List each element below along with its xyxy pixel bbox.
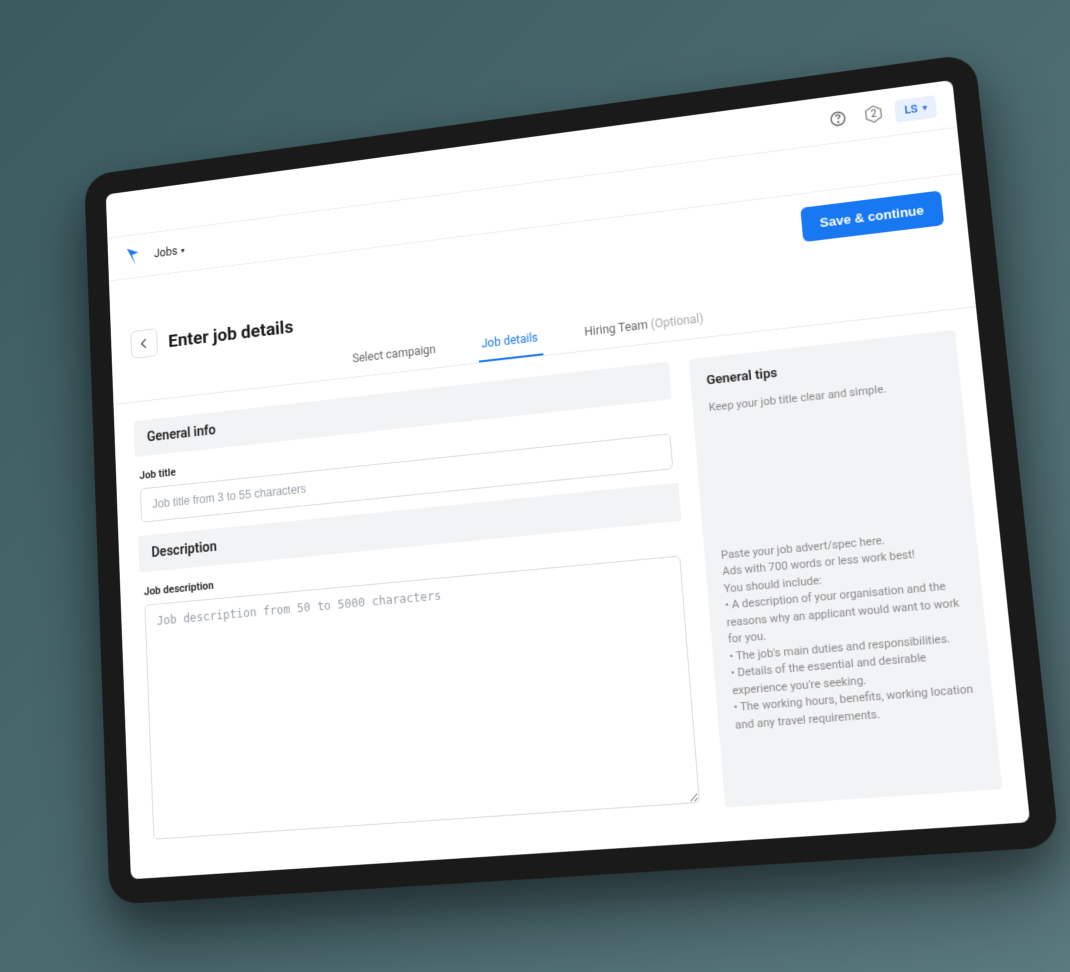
chevron-down-icon: ▾: [922, 103, 927, 112]
tips-block2: Paste your job advert/spec here. Ads wit…: [720, 525, 977, 734]
job-description-textarea[interactable]: [144, 556, 700, 840]
nav-label: Jobs: [154, 244, 178, 260]
back-button[interactable]: [130, 328, 158, 359]
app-screen: 2 LS ▾ Jobs ▾ Save & continue: [106, 80, 1030, 879]
tablet-frame: 2 LS ▾ Jobs ▾ Save & continue: [84, 53, 1059, 904]
logo-icon: [124, 245, 144, 268]
user-menu[interactable]: LS ▾: [894, 95, 937, 123]
badge-count: 2: [870, 108, 877, 119]
notifications-badge[interactable]: 2: [862, 102, 887, 126]
page-title: Enter job details: [168, 315, 294, 351]
chevron-down-icon: ▾: [181, 246, 185, 255]
main-column: General info Job title Description Job d…: [134, 362, 706, 858]
tab-job-details[interactable]: Job details: [476, 321, 543, 363]
tips-column: General tips Keep your job title clear a…: [689, 330, 1004, 820]
tips-panel: General tips Keep your job title clear a…: [689, 330, 1003, 808]
jobs-dropdown[interactable]: Jobs ▾: [154, 243, 185, 260]
field-job-description: Job description: [140, 521, 706, 858]
help-icon[interactable]: [823, 103, 854, 134]
user-initials: LS: [904, 102, 918, 116]
content: General info Job title Description Job d…: [113, 307, 1030, 879]
